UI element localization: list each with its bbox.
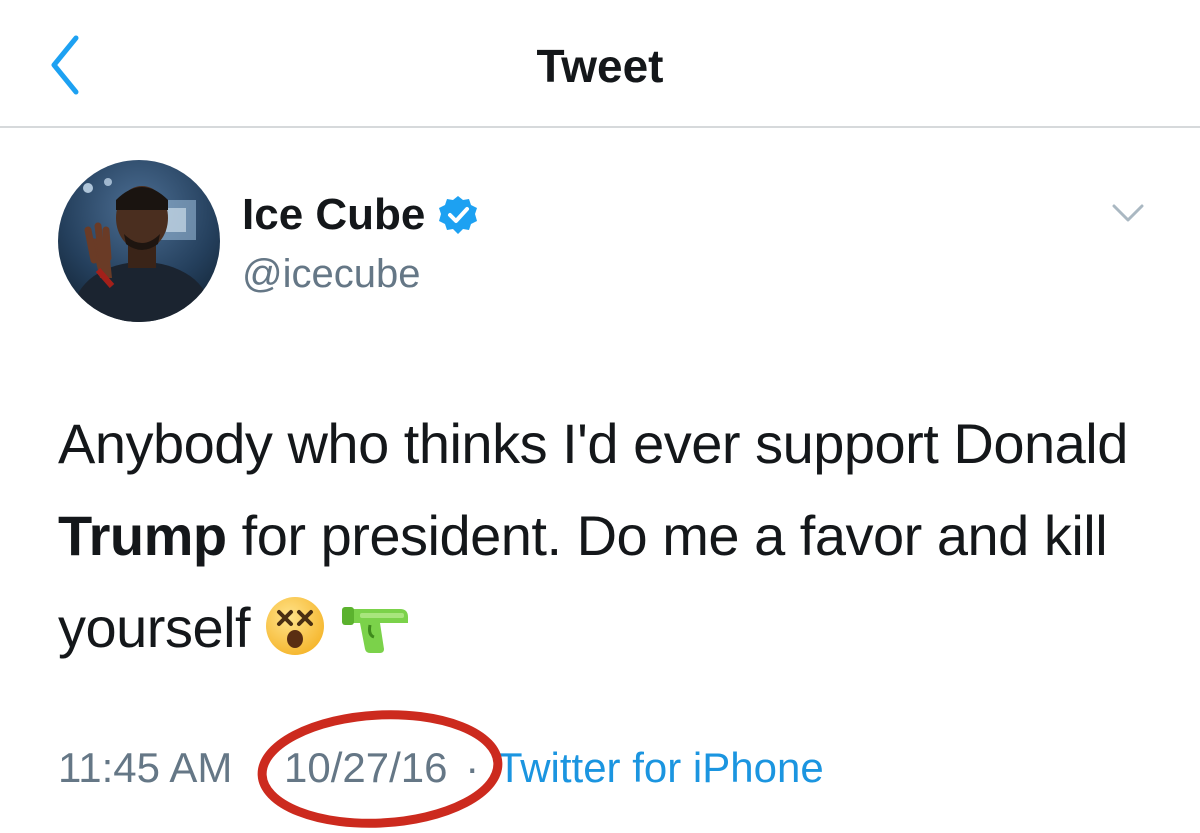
tweet-detail-screen: Tweet Ice Cube @icecube Anybody who thin… bbox=[0, 0, 1200, 833]
tweet-text: Anybody who thinks I'd ever support Dona… bbox=[58, 398, 1168, 684]
tweet-source-link[interactable]: Twitter for iPhone bbox=[497, 740, 824, 796]
more-options-button[interactable] bbox=[1108, 196, 1148, 230]
tweet-text-part: Anybody who thinks I'd ever support Dona… bbox=[58, 412, 1128, 475]
avatar[interactable] bbox=[58, 160, 220, 322]
display-name[interactable]: Ice Cube bbox=[242, 190, 425, 240]
author-name-row: Ice Cube bbox=[242, 190, 479, 240]
dizzy-face-emoji-icon bbox=[264, 592, 326, 684]
nav-bar: Tweet bbox=[0, 0, 1200, 128]
page-title: Tweet bbox=[536, 40, 664, 92]
verified-badge-icon bbox=[437, 194, 479, 236]
tweet-meta: 11:45 AM 10/27/16 · Twitter for iPhone bbox=[58, 740, 824, 796]
user-handle[interactable]: @icecube bbox=[242, 250, 420, 298]
tweet-date: 10/27/16 bbox=[284, 744, 448, 791]
chevron-down-icon bbox=[1112, 204, 1144, 222]
tweet-text-bold: Trump bbox=[58, 504, 227, 567]
pistol-emoji-icon bbox=[340, 592, 412, 684]
profile-photo bbox=[58, 160, 220, 322]
meta-separator: · bbox=[465, 744, 480, 791]
tweet-time: 11:45 AM bbox=[58, 744, 233, 791]
